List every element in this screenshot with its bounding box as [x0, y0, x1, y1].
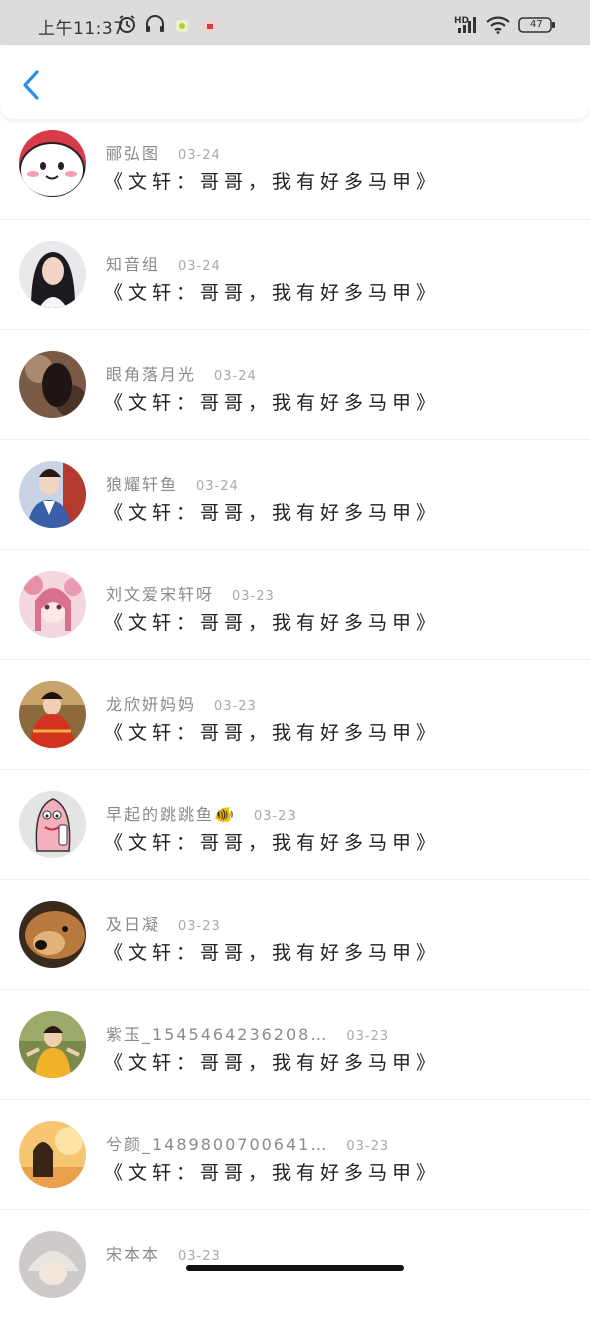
list-item[interactable]: 狼耀轩鱼 03-24 《文轩：哥哥，我有好多马甲》 [0, 440, 590, 550]
avatar [19, 791, 86, 858]
comment-date: 03-23 [346, 1029, 390, 1044]
comment-header: 狼耀轩鱼 03-24 [106, 471, 239, 495]
comment-text: 《文轩：哥哥，我有好多马甲》 [104, 722, 441, 744]
comment-date: 03-24 [178, 148, 221, 163]
signal-icon [458, 16, 478, 38]
comment-date: 03-23 [178, 1249, 221, 1264]
avatar [19, 1011, 86, 1078]
comment-text: 《文轩：哥哥，我有好多马甲》 [104, 502, 441, 524]
username: 郦弘图 [106, 144, 161, 163]
avatar [19, 130, 86, 197]
username: 及日凝 [106, 915, 161, 934]
back-button[interactable] [18, 69, 48, 101]
comment-text: 《文轩：哥哥，我有好多马甲》 [104, 282, 441, 304]
username: 狼耀轩鱼 [106, 475, 179, 494]
comment-text: 《文轩：哥哥，我有好多马甲》 [104, 171, 441, 193]
comment-header: 眼角落月光 03-24 [106, 361, 257, 385]
username: 宋本本 [106, 1245, 161, 1264]
avatar [19, 351, 86, 418]
comment-header: 知音组 03-24 [106, 251, 221, 275]
wifi-icon [486, 16, 510, 38]
username: 眼角落月光 [106, 365, 197, 384]
username: 紫玉_1545464236208… [106, 1025, 329, 1044]
list-item[interactable]: 紫玉_1545464236208… 03-23 《文轩：哥哥，我有好多马甲》 [0, 990, 590, 1100]
list-item[interactable]: 早起的跳跳鱼🐠 03-23 《文轩：哥哥，我有好多马甲》 [0, 770, 590, 880]
avatar [19, 571, 86, 638]
username: 知音组 [106, 255, 161, 274]
status-time: 上午11:37 [38, 19, 125, 39]
comment-date: 03-24 [214, 369, 257, 384]
avatar [19, 461, 86, 528]
list-item[interactable]: 刘文爱宋轩呀 03-23 《文轩：哥哥，我有好多马甲》 [0, 550, 590, 660]
avatar [19, 681, 86, 748]
comment-date: 03-24 [196, 479, 239, 494]
comment-date: 03-23 [253, 809, 297, 824]
comment-date: 03-23 [346, 1139, 390, 1154]
alarm-icon [117, 14, 137, 38]
comment-header: 郦弘图 03-24 [106, 140, 221, 164]
comment-header: 兮颜_1489800700641… 03-23 [106, 1131, 389, 1155]
avatar [19, 1231, 86, 1298]
battery-level: 47 [530, 19, 543, 30]
avatar [19, 901, 86, 968]
comment-list: 郦弘图 03-24 《文轩：哥哥，我有好多马甲》 知音组 03-24 《文轩：哥哥，… [0, 125, 590, 1320]
headset-icon [144, 14, 166, 38]
username: 龙欣妍妈妈 [106, 695, 197, 714]
list-item[interactable]: 知音组 03-24 《文轩：哥哥，我有好多马甲》 [0, 220, 590, 330]
comment-text: 《文轩：哥哥，我有好多马甲》 [104, 1052, 441, 1074]
list-item[interactable]: 眼角落月光 03-24 《文轩：哥哥，我有好多马甲》 [0, 330, 590, 440]
comment-date: 03-24 [178, 259, 221, 274]
comment-header: 龙欣妍妈妈 03-23 [106, 691, 257, 715]
comment-text: 《文轩：哥哥，我有好多马甲》 [104, 832, 441, 854]
home-indicator[interactable] [186, 1265, 404, 1271]
comment-text: 《文轩：哥哥，我有好多马甲》 [104, 942, 441, 964]
comment-date: 03-23 [178, 919, 221, 934]
avatar [19, 1121, 86, 1188]
comment-date: 03-23 [214, 699, 257, 714]
username: 刘文爱宋轩呀 [106, 585, 215, 604]
comment-date: 03-23 [232, 589, 275, 604]
list-item[interactable]: 龙欣妍妈妈 03-23 《文轩：哥哥，我有好多马甲》 [0, 660, 590, 770]
comment-header: 刘文爱宋轩呀 03-23 [106, 581, 275, 605]
comment-header: 及日凝 03-23 [106, 911, 221, 935]
comment-header: 紫玉_1545464236208… 03-23 [106, 1021, 389, 1045]
nav-bar [0, 45, 590, 119]
list-item[interactable]: 及日凝 03-23 《文轩：哥哥，我有好多马甲》 [0, 880, 590, 990]
comment-text: 《文轩：哥哥，我有好多马甲》 [104, 612, 441, 634]
avatar [19, 241, 86, 308]
username: 早起的跳跳鱼🐠 [106, 805, 236, 824]
comment-header: 宋本本 03-23 [106, 1241, 221, 1265]
app-notification-icon [175, 18, 189, 37]
list-item[interactable]: 兮颜_1489800700641… 03-23 《文轩：哥哥，我有好多马甲》 [0, 1100, 590, 1210]
list-item[interactable]: 郦弘图 03-24 《文轩：哥哥，我有好多马甲》 [0, 125, 590, 220]
comment-text: 《文轩：哥哥，我有好多马甲》 [104, 1162, 441, 1184]
username: 兮颜_1489800700641… [106, 1135, 329, 1154]
chevron-left-icon [18, 70, 48, 105]
comment-text: 《文轩：哥哥，我有好多马甲》 [104, 392, 441, 414]
app-notification-icon [203, 18, 217, 37]
status-bar: 上午11:37 HD 47 [0, 0, 590, 45]
comment-header: 早起的跳跳鱼🐠 03-23 [106, 801, 297, 825]
